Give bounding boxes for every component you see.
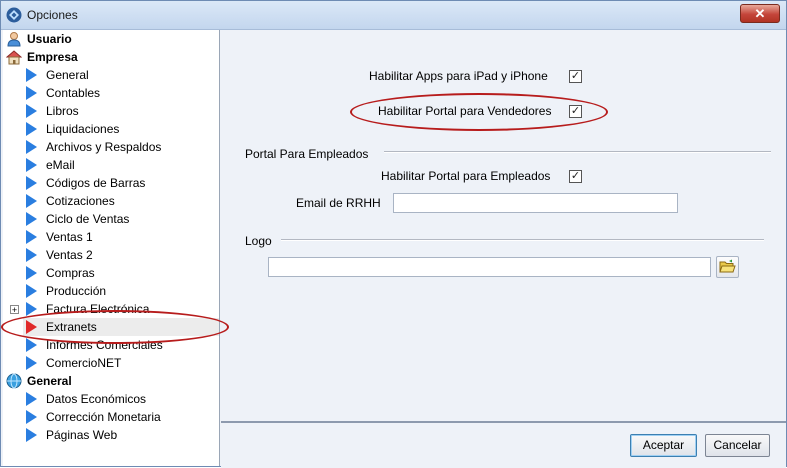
logo-path-input[interactable] bbox=[268, 257, 711, 277]
arrow-icon bbox=[26, 140, 37, 154]
portal-empleados-label: Habilitar Portal para Empleados bbox=[381, 169, 551, 183]
arrow-icon bbox=[26, 104, 37, 118]
globe-icon bbox=[6, 373, 22, 389]
apps-ipad-checkbox[interactable]: ✓ bbox=[569, 70, 582, 83]
close-button[interactable]: ✕ bbox=[740, 4, 780, 23]
settings-panel: Habilitar Apps para iPad y iPhone ✓ Habi… bbox=[221, 30, 786, 421]
user-icon bbox=[7, 32, 21, 47]
portal-vendedores-label: Habilitar Portal para Vendedores bbox=[378, 104, 552, 118]
email-rrhh-label: Email de RRHH bbox=[296, 196, 381, 210]
options-tree[interactable]: Usuario Empresa General Contables Libros… bbox=[3, 30, 220, 466]
arrow-icon bbox=[26, 356, 37, 370]
arrow-icon bbox=[26, 410, 37, 424]
window-title: Opciones bbox=[27, 8, 78, 22]
app-logo-icon bbox=[6, 7, 22, 23]
arrow-icon bbox=[26, 266, 37, 280]
arrow-icon bbox=[26, 158, 37, 172]
arrow-icon bbox=[26, 212, 37, 226]
portal-vendedores-checkbox[interactable]: ✓ bbox=[569, 105, 582, 118]
portal-empleados-checkbox[interactable]: ✓ bbox=[569, 170, 582, 183]
arrow-icon bbox=[26, 284, 37, 298]
email-rrhh-input[interactable] bbox=[393, 193, 678, 213]
arrow-selected-icon bbox=[26, 320, 37, 334]
arrow-icon bbox=[26, 194, 37, 208]
cancel-button[interactable]: Cancelar bbox=[705, 434, 770, 457]
options-dialog: Opciones ✕ Usuario Empresa General Conta… bbox=[0, 0, 787, 468]
logo-section-divider bbox=[281, 239, 764, 241]
arrow-icon bbox=[26, 428, 37, 442]
arrow-icon bbox=[26, 122, 37, 136]
accept-button[interactable]: Aceptar bbox=[630, 434, 697, 457]
arrow-icon bbox=[26, 230, 37, 244]
arrow-icon bbox=[26, 302, 37, 316]
browse-folder-button[interactable] bbox=[716, 256, 739, 278]
arrow-icon bbox=[26, 68, 37, 82]
logo-section-title: Logo bbox=[245, 234, 272, 248]
expand-plus-icon[interactable]: + bbox=[10, 305, 19, 315]
company-building-icon bbox=[6, 50, 22, 65]
portal-empleados-section-title: Portal Para Empleados bbox=[245, 147, 369, 161]
dialog-footer: Aceptar Cancelar bbox=[221, 421, 786, 468]
title-bar[interactable]: Opciones ✕ bbox=[1, 1, 786, 30]
arrow-icon bbox=[26, 176, 37, 190]
arrow-icon bbox=[26, 86, 37, 100]
arrow-icon bbox=[26, 392, 37, 406]
section-divider bbox=[384, 151, 771, 153]
arrow-icon bbox=[26, 338, 37, 352]
open-folder-icon bbox=[719, 259, 736, 273]
apps-ipad-label: Habilitar Apps para iPad y iPhone bbox=[369, 69, 548, 83]
arrow-icon bbox=[26, 248, 37, 262]
